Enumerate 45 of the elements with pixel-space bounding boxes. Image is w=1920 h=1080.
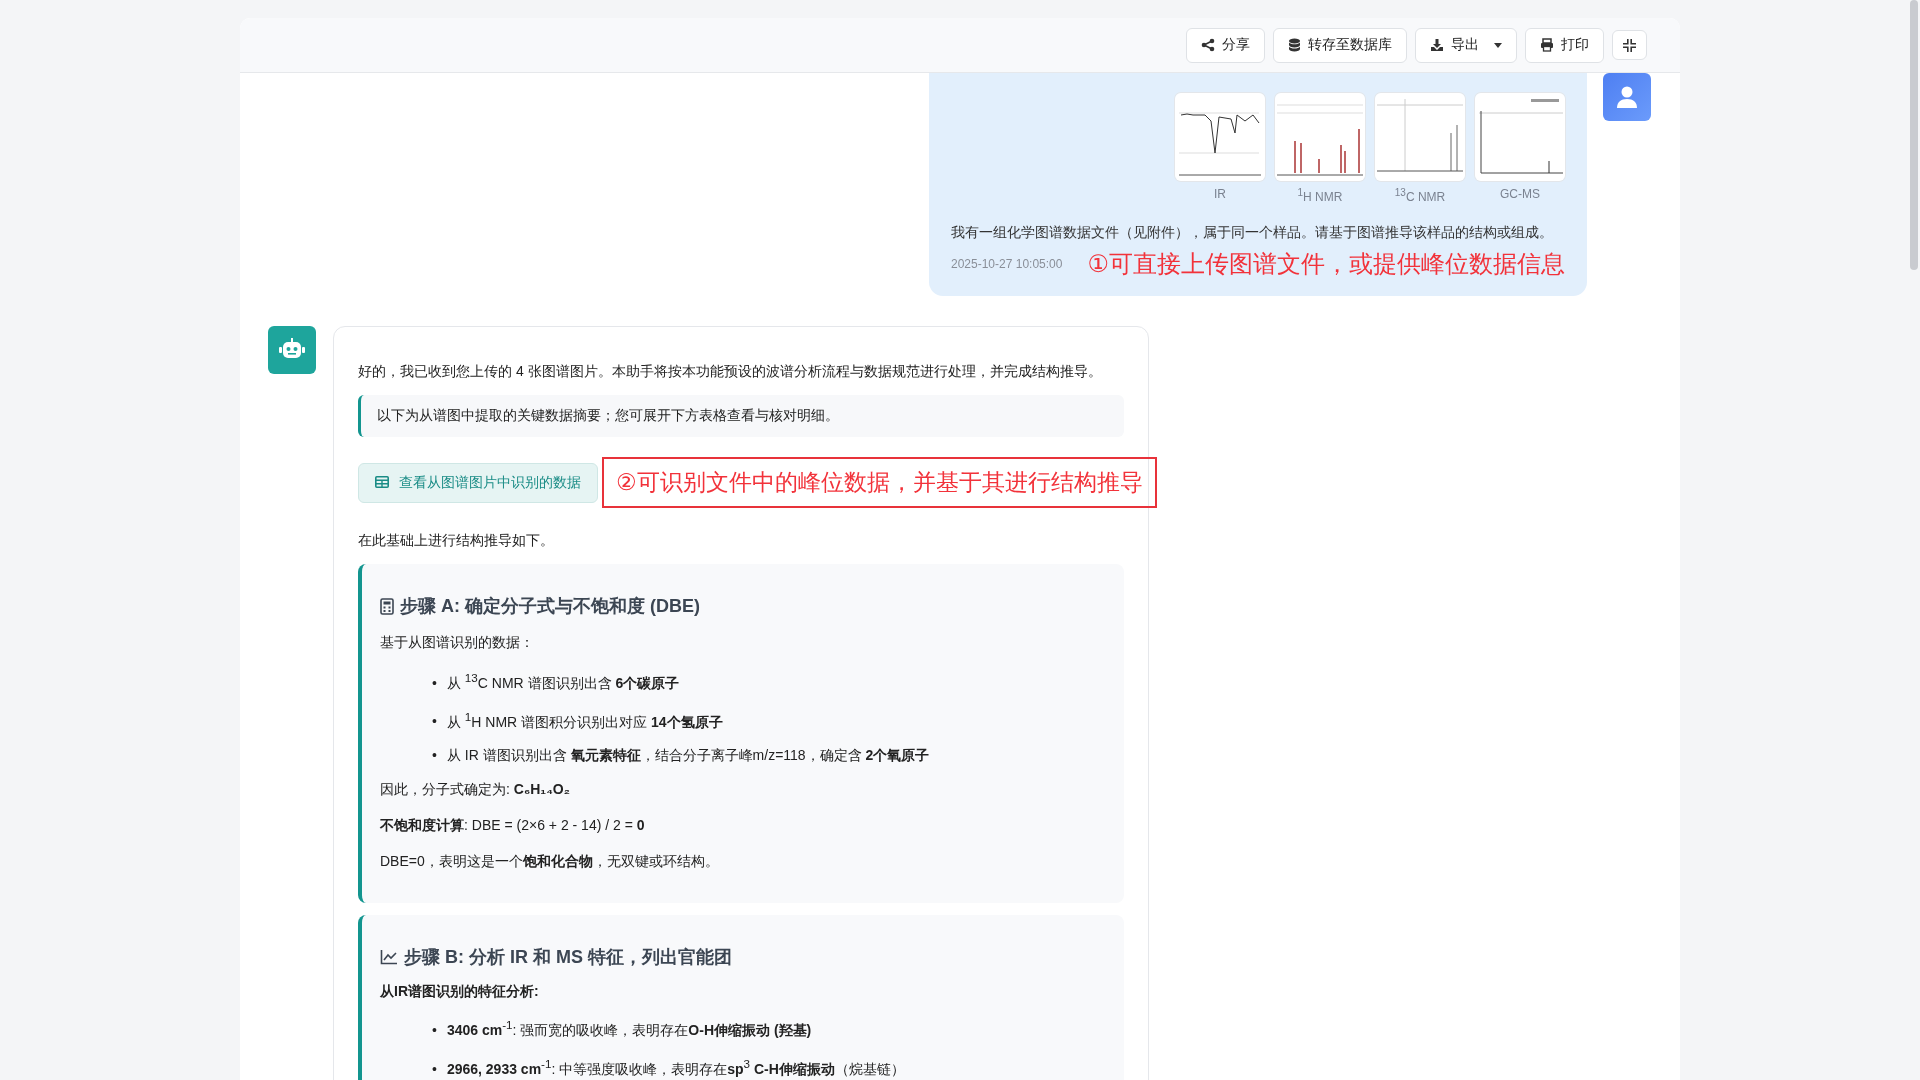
database-button[interactable]: 转存至数据库 bbox=[1273, 27, 1407, 63]
message-text: 好的，我已收到您上传的 4 张图谱图片。本助手将按本功能预设的波谱分析流程与数据规范进行处理，并完成结构推导。 bbox=[358, 363, 1103, 381]
paragraph: 基于从图谱识别的数据： bbox=[380, 633, 535, 652]
attachment-label: $^{13}$C NMR bbox=[1394, 187, 1446, 204]
paragraph: DBE=0，表明这是一个饱和化合物，无双键或环结构。 bbox=[380, 852, 720, 872]
database-icon bbox=[1288, 38, 1301, 52]
share-icon bbox=[1201, 38, 1215, 52]
callout-box: ②可识别文件中的峰位数据，并基于其进行结构推导 bbox=[602, 457, 1157, 508]
paragraph: 不饱和度计算: DBE = (2×6 + 2 - 14) / 2 = 0 bbox=[380, 816, 646, 836]
note-callout: 以下为从谱图中提取的关键数据摘要；您可展开下方表格查看与核对明细。 bbox=[358, 395, 1124, 437]
bullet: • bbox=[432, 746, 437, 766]
annotation-text: ①可直接上传图谱文件，或提供峰位数据信息 bbox=[1087, 249, 1565, 279]
view-data-button[interactable]: 查看从图谱图片中识别的数据 bbox=[358, 462, 598, 503]
attachment-label: GC-MS bbox=[1500, 187, 1540, 201]
collapse-button[interactable] bbox=[1612, 30, 1647, 60]
step-title: 步骤 B: 分析 IR 和 MS 特征，列出官能团 bbox=[404, 946, 732, 970]
download-icon bbox=[1430, 38, 1444, 52]
table-icon bbox=[375, 474, 389, 491]
bot-avatar bbox=[268, 326, 316, 374]
timestamp: 2025-10-27 10:05:00 bbox=[951, 257, 1063, 271]
list-item: 从 $^{13}$C NMR 谱图识别出含 6个碳原子 bbox=[446, 670, 680, 693]
list-item: 从 IR 谱图识别出含 氧元素特征，结合分子离子峰m/z=118，确定含 2个氧原子 bbox=[446, 746, 930, 766]
message-text: 在此基础上进行结构推导如下。 bbox=[358, 532, 555, 550]
bullet: • bbox=[432, 1020, 437, 1040]
section-heading: 从IR谱图识别的特征分析: bbox=[380, 983, 540, 1002]
attachment-label: $^{1}$H NMR bbox=[1297, 187, 1343, 204]
bullet: • bbox=[432, 712, 437, 732]
share-button[interactable]: 分享 bbox=[1186, 27, 1265, 63]
printer-icon bbox=[1540, 38, 1554, 52]
bullet: • bbox=[432, 673, 437, 693]
attachment-label: IR bbox=[1214, 187, 1226, 201]
list-item: 从 $^{1}$H NMR 谱图积分识别出对应 14个氢原子 bbox=[446, 708, 723, 732]
caret-icon bbox=[1494, 42, 1502, 48]
list-item: 3406 cm$^{-1}$: 强而宽的吸收峰，表明存在O-H伸缩振动 (羟基) bbox=[446, 1017, 812, 1040]
step-title: 步骤 A: 确定分子式与不饱和度 (DBE) bbox=[400, 595, 700, 618]
export-button[interactable]: 导出 bbox=[1415, 27, 1517, 63]
scrollbar[interactable] bbox=[1910, 0, 1918, 270]
calculator-icon bbox=[380, 597, 394, 615]
print-button[interactable]: 打印 bbox=[1525, 27, 1604, 63]
collapse-icon bbox=[1623, 38, 1636, 52]
paragraph: 因此，分子式确定为: C₆H₁₄O₂ bbox=[380, 780, 571, 800]
line-chart-icon bbox=[380, 949, 398, 966]
bullet: • bbox=[432, 1059, 437, 1079]
message-text: 我有一组化学图谱数据文件（见附件），属于同一个样品。请基于图谱推导该样品的结构或组成。 bbox=[951, 224, 1554, 242]
list-item: 2966, 2933 cm$^{-1}$: 中等强度吸收峰，表明存在sp$^{3}$ C-H伸缩振动（烷基链） bbox=[446, 1055, 905, 1079]
